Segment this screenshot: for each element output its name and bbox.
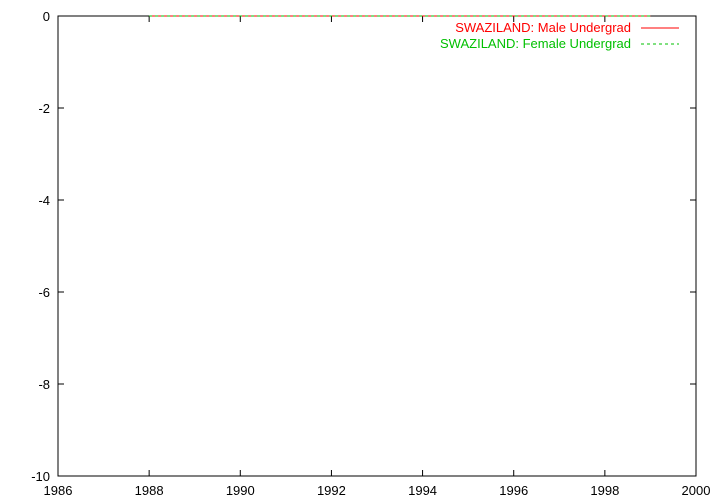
x-tick-label: 1996 (499, 483, 528, 498)
x-tick-label: 1990 (226, 483, 255, 498)
y-tick-label: -2 (38, 101, 50, 116)
x-tick-label: 2000 (682, 483, 711, 498)
x-tick-label: 1994 (408, 483, 437, 498)
y-axis: 0 -2 -4 -6 -8 -10 (31, 9, 696, 484)
legend-label: SWAZILAND: Male Undergrad (455, 20, 631, 35)
legend: SWAZILAND: Male UndergradSWAZILAND: Fema… (440, 20, 679, 51)
x-tick-label: 1998 (590, 483, 619, 498)
x-tick-label: 1988 (135, 483, 164, 498)
plot-frame (57, 15, 697, 477)
y-tick-label: -8 (38, 377, 50, 392)
x-tick-label: 1992 (317, 483, 346, 498)
line-chart: 1986 1988 1990 1992 1994 1996 1998 2000 0 -2 -4 -6… (31, 9, 711, 498)
x-tick-label: 1986 (44, 483, 73, 498)
x-axis: 1986 1988 1990 1992 1994 1996 1998 2000 (44, 16, 711, 498)
legend-label: SWAZILAND: Female Undergrad (440, 36, 631, 51)
y-tick-label: -10 (31, 469, 50, 484)
y-tick-label: -6 (38, 285, 50, 300)
y-tick-label: -4 (38, 193, 50, 208)
y-tick-label: 0 (43, 9, 50, 24)
